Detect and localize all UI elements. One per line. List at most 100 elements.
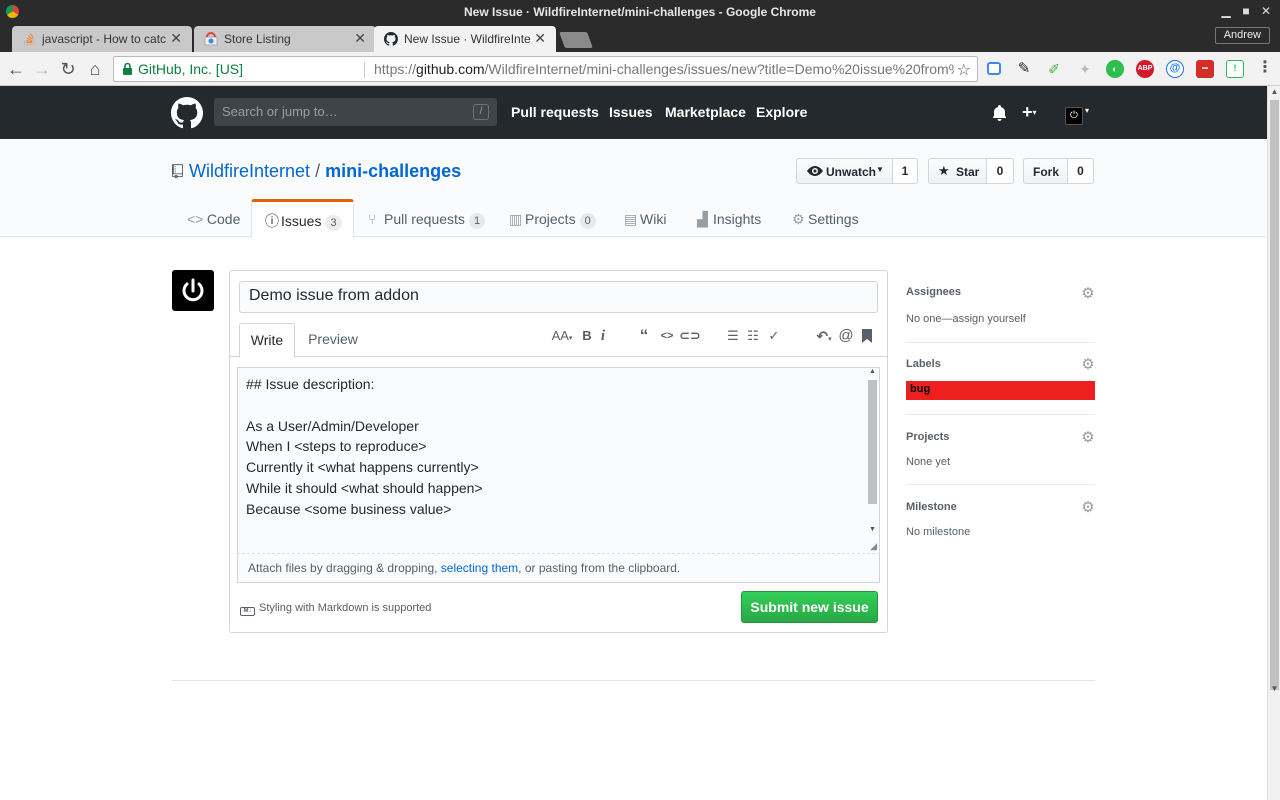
browser-tab-active[interactable]: New Issue · WildfireInte ✕ (374, 26, 556, 52)
scroll-down-icon[interactable]: ▼ (869, 526, 876, 533)
select-files-link[interactable]: selecting them (441, 561, 518, 575)
sidebar-labels: Labels ⚙ (906, 357, 1095, 378)
submit-issue-button[interactable]: Submit new issue (741, 591, 878, 623)
tab-preview[interactable]: Preview (302, 323, 364, 358)
url-text[interactable]: https://github.com/WildfireInternet/mini… (374, 61, 954, 77)
milestone-value: No milestone (906, 526, 971, 538)
unordered-list-icon[interactable]: ☰ (724, 327, 742, 345)
browser-tab[interactable]: javascript - How to catc ✕ (12, 26, 192, 52)
saved-reply-icon[interactable] (858, 327, 876, 345)
home-icon[interactable]: ⌂ (85, 59, 105, 79)
gear-icon: ⚙ (792, 211, 805, 227)
sidebar-divider (906, 342, 1095, 343)
italic-icon[interactable]: i (594, 327, 612, 345)
milestone-gear-icon[interactable]: ⚙ (1081, 500, 1095, 515)
footer-divider (172, 680, 1095, 681)
nav-marketplace[interactable]: Marketplace (665, 104, 746, 120)
heading-icon[interactable]: AA▾ (548, 327, 576, 345)
resize-handle-icon[interactable]: ◢ (870, 541, 877, 552)
markdown-note[interactable]: M↓ Styling with Markdown is supported (240, 602, 431, 616)
star-count[interactable]: 0 (987, 158, 1014, 184)
unwatch-button[interactable]: Unwatch ▼ (796, 158, 893, 184)
quote-icon[interactable]: “ (635, 327, 653, 345)
tab-wiki[interactable]: ▤ Wiki (611, 199, 681, 237)
lastpass-icon[interactable]: ••• (1196, 60, 1214, 78)
ordered-list-icon[interactable]: ☷ (744, 327, 762, 345)
reload-icon[interactable]: ↻ (58, 59, 78, 79)
projects-heading: Projects (906, 431, 950, 443)
scroll-up-icon[interactable]: ▲ (869, 368, 876, 375)
tab-code[interactable]: <> Code (172, 199, 252, 237)
nav-issues[interactable]: Issues (609, 104, 653, 120)
fork-button[interactable]: Fork (1023, 158, 1068, 184)
attach-files-bar[interactable]: Attach files by dragging & dropping, sel… (237, 554, 880, 583)
chrome-menu-icon[interactable]: ⋮ (1256, 60, 1274, 78)
eyedropper-icon[interactable]: ✐ (1045, 60, 1063, 78)
close-window-icon[interactable]: ✕ (1258, 3, 1274, 19)
profile-button[interactable]: Andrew (1214, 27, 1270, 44)
assignees-value[interactable]: No one—assign yourself (906, 313, 1026, 325)
forward-icon[interactable]: → (32, 59, 52, 79)
scroll-up-icon[interactable]: ▲ (1270, 87, 1279, 97)
mention-icon[interactable]: @ (837, 327, 855, 345)
close-tab-icon[interactable]: ✕ (354, 30, 366, 47)
link-icon[interactable]: ⊂⊃ (679, 327, 701, 345)
reply-icon[interactable]: ↶▾ (812, 327, 836, 345)
watch-count[interactable]: 1 (893, 158, 918, 184)
tab-write[interactable]: Write (239, 323, 295, 358)
issues-counter: 3 (325, 215, 342, 231)
tab-divider (230, 356, 887, 357)
issue-body-textarea[interactable]: ## Issue description: As a User/Admin/De… (237, 367, 880, 554)
graph-icon: ▟ (697, 211, 708, 227)
notification-bell-icon[interactable] (993, 105, 1007, 121)
page-scrollbar[interactable]: ▲ ▼ (1267, 86, 1280, 800)
tab-issues[interactable]: ⓘ Issues 3 (251, 199, 354, 238)
minimize-icon[interactable]: ▁ (1218, 3, 1234, 19)
projects-gear-icon[interactable]: ⚙ (1081, 430, 1095, 445)
tab-settings[interactable]: ⚙ Settings (779, 199, 874, 237)
search-input[interactable]: Search or jump to… / (214, 98, 497, 126)
pen-icon[interactable]: ✎ (1015, 60, 1033, 78)
repo-header: WildfireInternet / mini-challenges Unwat… (0, 139, 1267, 238)
scroll-down-icon[interactable]: ▼ (1270, 684, 1279, 694)
back-icon[interactable]: ← (6, 59, 26, 79)
scrollbar-thumb[interactable] (1270, 100, 1279, 690)
assignees-gear-icon[interactable]: ⚙ (1081, 286, 1095, 301)
tab-pull-requests[interactable]: ⑂ Pull requests 1 (355, 199, 495, 237)
twitter-icon[interactable]: ✦ (1076, 60, 1094, 78)
window-titlebar: New Issue · WildfireInternet/mini-challe… (0, 0, 1280, 24)
user-avatar-menu[interactable]: ⏻ ▾ (1065, 105, 1089, 125)
at-extension-icon[interactable]: @ (1166, 60, 1184, 78)
github-logo-icon[interactable] (171, 97, 203, 129)
textarea-scrollbar[interactable]: ▲ ▼ (866, 368, 879, 538)
create-new-plus-icon[interactable]: +▾ (1022, 102, 1037, 123)
label-badge[interactable]: bug (906, 381, 1095, 400)
window-title: New Issue · WildfireInternet/mini-challe… (464, 5, 816, 19)
extension-tabs-icon[interactable] (987, 62, 1001, 75)
book-icon: ▤ (624, 211, 638, 227)
browser-tab[interactable]: Store Listing ✕ (194, 26, 376, 52)
feedback-icon[interactable]: ! (1226, 60, 1244, 78)
fork-count[interactable]: 0 (1068, 158, 1094, 184)
tab-projects[interactable]: ▥ Projects 0 (496, 199, 606, 237)
task-list-icon[interactable]: ✓ (765, 327, 783, 345)
nav-pull-requests[interactable]: Pull requests (511, 104, 599, 120)
issue-title-input[interactable]: Demo issue from addon (239, 281, 878, 313)
star-button[interactable]: ★ Star (928, 158, 987, 184)
repo-name-link[interactable]: mini-challenges (325, 161, 461, 181)
new-tab-button[interactable] (559, 32, 593, 48)
repo-owner-link[interactable]: WildfireInternet (189, 161, 310, 181)
extension-green-icon[interactable]: ◐ (1106, 60, 1124, 78)
close-tab-icon[interactable]: ✕ (170, 30, 182, 47)
avatar[interactable] (172, 270, 214, 311)
maximize-icon[interactable]: ■ (1238, 3, 1254, 19)
tab-insights[interactable]: ▟ Insights (684, 199, 779, 237)
bookmark-star-icon[interactable]: ☆ (957, 60, 971, 80)
adblock-icon[interactable]: ABP (1136, 60, 1154, 78)
code-icon[interactable]: <> (658, 327, 676, 345)
close-tab-icon[interactable]: ✕ (534, 30, 546, 47)
sidebar-projects: Projects ⚙ None yet (906, 430, 1095, 471)
address-bar[interactable]: GitHub, Inc. [US] https://github.com/Wil… (113, 56, 978, 82)
nav-explore[interactable]: Explore (756, 104, 807, 120)
labels-gear-icon[interactable]: ⚙ (1081, 357, 1095, 372)
